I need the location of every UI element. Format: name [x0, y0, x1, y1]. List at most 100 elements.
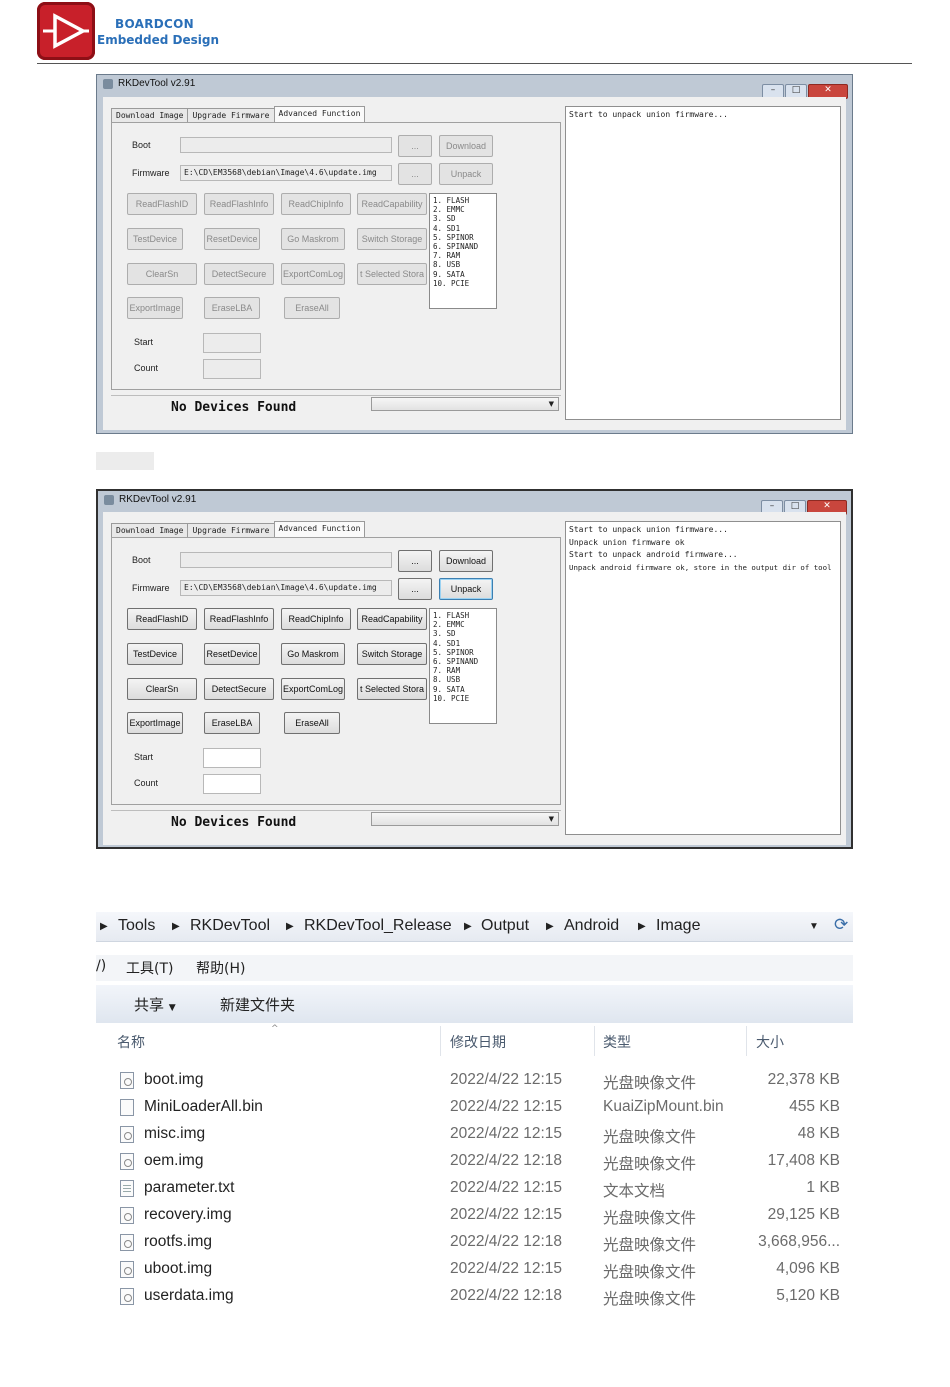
table-row[interactable]: boot.img 2022/4/22 12:15 光盘映像文件 22,378 K… [96, 1067, 853, 1094]
list-item[interactable]: 1. FLASH [433, 611, 493, 620]
firmware-browse-button[interactable]: ... [398, 163, 432, 185]
column-type[interactable]: 类型 [603, 1032, 631, 1052]
boot-browse-button[interactable]: ... [398, 135, 432, 157]
read-flash-id-button[interactable]: ReadFlashID [127, 193, 197, 215]
go-maskrom-button[interactable]: Go Maskrom [281, 643, 345, 665]
list-item[interactable]: 6. SPINAND [433, 242, 493, 251]
breadcrumb-image[interactable]: Image [656, 917, 700, 935]
brand-tagline: Embedded Design [97, 33, 220, 47]
list-item[interactable]: 8. USB [433, 675, 493, 684]
address-bar[interactable]: ▶ Tools ▶ RKDevTool ▶ RKDevTool_Release … [96, 912, 853, 942]
list-item[interactable]: 7. RAM [433, 666, 493, 675]
column-date[interactable]: 修改日期 [450, 1032, 506, 1052]
list-item[interactable]: 4. SD1 [433, 224, 493, 233]
detect-secure-button[interactable]: DetectSecure [204, 263, 274, 285]
count-field[interactable] [203, 774, 261, 794]
table-row[interactable]: parameter.txt 2022/4/22 12:15 文本文档 1 KB [96, 1175, 853, 1202]
list-item[interactable]: 7. RAM [433, 251, 493, 260]
boot-browse-button[interactable]: ... [398, 550, 432, 572]
new-folder-button[interactable]: 新建文件夹 [220, 994, 295, 1015]
menu-tools[interactable]: 工具(T) [126, 958, 173, 978]
table-row[interactable]: misc.img 2022/4/22 12:15 光盘映像文件 48 KB [96, 1121, 853, 1148]
read-flash-id-button[interactable]: ReadFlashID [127, 608, 197, 630]
test-device-button[interactable]: TestDevice [127, 228, 183, 250]
export-image-button[interactable]: ExportImage [127, 712, 183, 734]
list-item[interactable]: 5. SPINOR [433, 648, 493, 657]
firmware-path-field[interactable]: E:\CD\EM3568\debian\Image\4.6\update.img [180, 165, 392, 181]
list-item[interactable]: 2. EMMC [433, 620, 493, 629]
go-maskrom-button[interactable]: Go Maskrom [281, 228, 345, 250]
clear-sn-button[interactable]: ClearSn [127, 678, 197, 700]
breadcrumb-output[interactable]: Output [481, 917, 529, 935]
table-row[interactable]: MiniLoaderAll.bin 2022/4/22 12:15 KuaiZi… [96, 1094, 853, 1121]
table-row[interactable]: uboot.img 2022/4/22 12:15 光盘映像文件 4,096 K… [96, 1256, 853, 1283]
breadcrumb-android[interactable]: Android [564, 917, 619, 935]
firmware-browse-button[interactable]: ... [398, 578, 432, 600]
switch-storage-button[interactable]: Switch Storage [357, 228, 427, 250]
boot-path-field[interactable] [180, 137, 392, 153]
export-com-log-button[interactable]: ExportComLog [281, 263, 345, 285]
storage-listbox[interactable]: 1. FLASH 2. EMMC 3. SD 4. SD1 5. SPINOR … [429, 608, 497, 724]
test-device-button[interactable]: TestDevice [127, 643, 183, 665]
list-item[interactable]: 3. SD [433, 629, 493, 638]
table-row[interactable]: rootfs.img 2022/4/22 12:18 光盘映像文件 3,668,… [96, 1229, 853, 1256]
column-divider[interactable] [594, 1026, 595, 1056]
firmware-path-field[interactable]: E:\CD\EM3568\debian\Image\4.6\update.img [180, 580, 392, 596]
unpack-button[interactable]: Unpack [439, 578, 493, 600]
breadcrumb-tools[interactable]: Tools [118, 917, 155, 935]
column-size[interactable]: 大小 [756, 1032, 784, 1052]
export-com-log-button[interactable]: ExportComLog [281, 678, 345, 700]
list-item[interactable]: 3. SD [433, 214, 493, 223]
list-item[interactable]: 9. SATA [433, 270, 493, 279]
menu-help[interactable]: 帮助(H) [196, 958, 245, 978]
count-field[interactable] [203, 359, 261, 379]
column-divider[interactable] [746, 1026, 747, 1056]
dropdown-arrow-icon[interactable]: ▼ [809, 921, 819, 932]
read-flash-info-button[interactable]: ReadFlashInfo [204, 193, 274, 215]
breadcrumb-release[interactable]: RKDevTool_Release [304, 917, 452, 935]
erase-lba-button[interactable]: EraseLBA [204, 297, 260, 319]
device-combo[interactable]: ▼ [371, 397, 559, 411]
download-button[interactable]: Download [439, 135, 493, 157]
read-chip-info-button[interactable]: ReadChipInfo [281, 193, 351, 215]
read-capability-button[interactable]: ReadCapability [357, 608, 427, 630]
start-field[interactable] [203, 333, 261, 353]
start-field[interactable] [203, 748, 261, 768]
refresh-icon[interactable]: ⟳ [834, 915, 848, 935]
erase-lba-button[interactable]: EraseLBA [204, 712, 260, 734]
reset-device-button[interactable]: ResetDevice [204, 228, 260, 250]
device-combo[interactable]: ▼ [371, 812, 559, 826]
column-name[interactable]: 名称 [117, 1032, 145, 1052]
switch-storage-button[interactable]: Switch Storage [357, 643, 427, 665]
storage-listbox[interactable]: 1. FLASH 2. EMMC 3. SD 4. SD1 5. SPINOR … [429, 193, 497, 309]
boot-path-field[interactable] [180, 552, 392, 568]
list-item[interactable]: 10. PCIE [433, 279, 493, 288]
table-row[interactable]: userdata.img 2022/4/22 12:18 光盘映像文件 5,12… [96, 1283, 853, 1310]
unpack-button[interactable]: Unpack [439, 163, 493, 185]
list-item[interactable]: 9. SATA [433, 685, 493, 694]
export-image-button[interactable]: ExportImage [127, 297, 183, 319]
list-item[interactable]: 6. SPINAND [433, 657, 493, 666]
set-selected-storage-button[interactable]: t Selected Stora [357, 678, 427, 700]
set-selected-storage-button[interactable]: t Selected Stora [357, 263, 427, 285]
list-item[interactable]: 10. PCIE [433, 694, 493, 703]
read-flash-info-button[interactable]: ReadFlashInfo [204, 608, 274, 630]
share-button[interactable]: 共享 ▼ [134, 994, 176, 1015]
table-row[interactable]: oem.img 2022/4/22 12:18 光盘映像文件 17,408 KB [96, 1148, 853, 1175]
list-item[interactable]: 4. SD1 [433, 639, 493, 648]
list-item[interactable]: 8. USB [433, 260, 493, 269]
read-capability-button[interactable]: ReadCapability [357, 193, 427, 215]
erase-all-button[interactable]: EraseAll [284, 297, 340, 319]
column-divider[interactable] [440, 1026, 441, 1056]
erase-all-button[interactable]: EraseAll [284, 712, 340, 734]
breadcrumb-rkdevtool[interactable]: RKDevTool [190, 917, 270, 935]
reset-device-button[interactable]: ResetDevice [204, 643, 260, 665]
detect-secure-button[interactable]: DetectSecure [204, 678, 274, 700]
clear-sn-button[interactable]: ClearSn [127, 263, 197, 285]
read-chip-info-button[interactable]: ReadChipInfo [281, 608, 351, 630]
list-item[interactable]: 1. FLASH [433, 196, 493, 205]
list-item[interactable]: 5. SPINOR [433, 233, 493, 242]
list-item[interactable]: 2. EMMC [433, 205, 493, 214]
download-button[interactable]: Download [439, 550, 493, 572]
table-row[interactable]: recovery.img 2022/4/22 12:15 光盘映像文件 29,1… [96, 1202, 853, 1229]
